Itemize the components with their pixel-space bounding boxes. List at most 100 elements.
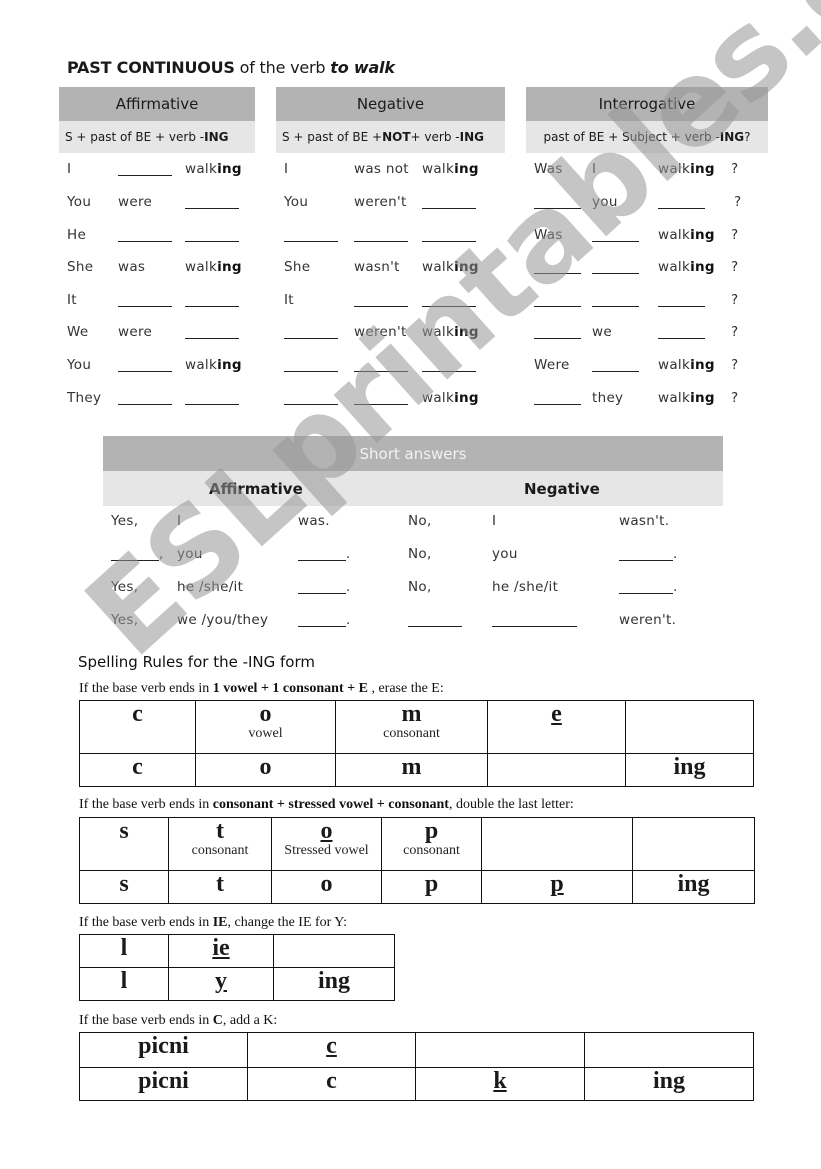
formula-bold: ING (719, 130, 745, 144)
letter: c (326, 1033, 337, 1059)
interrogative-panel: Interrogative past of BE + Subject + ver… (526, 87, 768, 153)
letter-cell: e (487, 700, 626, 754)
letter-cell: l (79, 967, 169, 1001)
letter-cell: c (79, 700, 196, 754)
fill-in-blank[interactable] (354, 371, 408, 372)
interrogative-cell: we (592, 324, 612, 340)
fill-in-blank[interactable] (422, 241, 476, 242)
fill-in-blank[interactable] (284, 338, 338, 339)
letter: k (493, 1068, 507, 1094)
affirmative-cell: She (67, 259, 94, 275)
fill-in-blank[interactable] (118, 241, 172, 242)
ing-suffix: ing (217, 357, 242, 373)
interrogative-cell: walking (658, 357, 715, 373)
fill-in-blank[interactable] (111, 560, 159, 561)
affirmative-cell: They (67, 390, 102, 406)
fill-in-blank[interactable] (185, 306, 239, 307)
letter-cell: t consonant (168, 817, 272, 871)
fill-in-blank[interactable] (118, 306, 172, 307)
short-answer-cell: Yes, (111, 579, 139, 595)
short-answers-affirmative-label: Affirmative (209, 480, 303, 498)
letter: p (424, 818, 439, 844)
fill-in-blank[interactable] (408, 626, 462, 627)
letter-cell: picni (79, 1032, 248, 1068)
fill-in-blank[interactable] (185, 338, 239, 339)
fill-in-blank[interactable] (185, 208, 239, 209)
affirmative-cell: You (67, 194, 92, 210)
letter: m (401, 754, 422, 780)
letter: picni (138, 1033, 189, 1059)
rule-text: If the base verb ends in (79, 681, 213, 696)
fill-in-blank[interactable] (592, 306, 639, 307)
short-answer-cell: wasn't. (619, 513, 670, 529)
spelling-rule-text: If the base verb ends in C, add a K: (79, 1013, 277, 1029)
fill-in-blank[interactable] (354, 306, 408, 307)
fill-in-blank[interactable] (658, 208, 705, 209)
fill-in-blank[interactable] (185, 241, 239, 242)
fill-in-blank[interactable] (619, 560, 673, 561)
affirmative-cell: You (67, 357, 92, 373)
question-mark: ? (731, 259, 739, 275)
letter (633, 818, 754, 844)
fill-in-blank[interactable] (658, 306, 705, 307)
punctuation: . (673, 579, 678, 595)
spelling-row: c o vowel m consonant e (79, 700, 754, 754)
fill-in-blank[interactable] (534, 273, 581, 274)
fill-in-blank[interactable] (422, 306, 476, 307)
short-answer-cell: No, (408, 513, 432, 529)
fill-in-blank[interactable] (534, 404, 581, 405)
spelling-title: Spelling Rules for the -ING form (78, 653, 316, 671)
letter (482, 818, 632, 844)
fill-in-blank[interactable] (534, 338, 581, 339)
fill-in-blank[interactable] (592, 371, 639, 372)
punctuation: . (346, 612, 351, 628)
letter-cell: l (79, 934, 169, 968)
fill-in-blank[interactable] (534, 306, 581, 307)
short-answer-cell: weren't. (619, 612, 677, 628)
fill-in-blank[interactable] (534, 208, 581, 209)
title-middle: of the verb (234, 58, 331, 77)
fill-in-blank[interactable] (354, 404, 408, 405)
fill-in-blank[interactable] (354, 241, 408, 242)
fill-in-blank[interactable] (118, 404, 172, 405)
fill-in-blank[interactable] (298, 593, 346, 594)
fill-in-blank[interactable] (118, 371, 172, 372)
ing-suffix: ing (690, 161, 715, 177)
fill-in-blank[interactable] (592, 241, 639, 242)
spelling-row: s t o p p ing (79, 870, 755, 904)
letter-cell: c (247, 1032, 416, 1068)
ing-suffix: ing (690, 227, 715, 243)
fill-in-blank[interactable] (298, 626, 346, 627)
fill-in-blank[interactable] (298, 560, 346, 561)
punctuation: , (159, 546, 164, 562)
letter: o (259, 754, 272, 780)
short-answer-cell: I (177, 513, 182, 529)
interrogative-cell: Were (534, 357, 570, 373)
fill-in-blank[interactable] (284, 241, 338, 242)
panel-formula: S + past of BE + NOT + verb - ING (276, 121, 505, 153)
panel-formula: S + past of BE + verb - ING (59, 121, 255, 153)
fill-in-blank[interactable] (492, 626, 577, 627)
ing-suffix: ing (454, 390, 479, 406)
letter: ing (317, 968, 350, 994)
panel-header: Affirmative (59, 87, 255, 121)
short-answer-cell: No, (408, 546, 432, 562)
fill-in-blank[interactable] (118, 175, 172, 176)
ing-suffix: ing (217, 161, 242, 177)
fill-in-blank[interactable] (422, 208, 476, 209)
fill-in-blank[interactable] (185, 404, 239, 405)
negative-panel: Negative S + past of BE + NOT + verb - IN… (276, 87, 505, 153)
fill-in-blank[interactable] (422, 371, 476, 372)
question-mark: ? (731, 324, 739, 340)
fill-in-blank[interactable] (592, 273, 639, 274)
spelling-table: l ie l y ing (79, 934, 395, 1001)
letter-cell (487, 753, 626, 787)
letter-cell: m consonant (335, 700, 488, 754)
fill-in-blank[interactable] (658, 338, 705, 339)
fill-in-blank[interactable] (284, 371, 338, 372)
question-mark: ? (731, 390, 739, 406)
rule-emphasis: consonant + stressed vowel + consonant (212, 797, 449, 812)
fill-in-blank[interactable] (619, 593, 673, 594)
negative-cell: She (284, 259, 311, 275)
fill-in-blank[interactable] (284, 404, 338, 405)
